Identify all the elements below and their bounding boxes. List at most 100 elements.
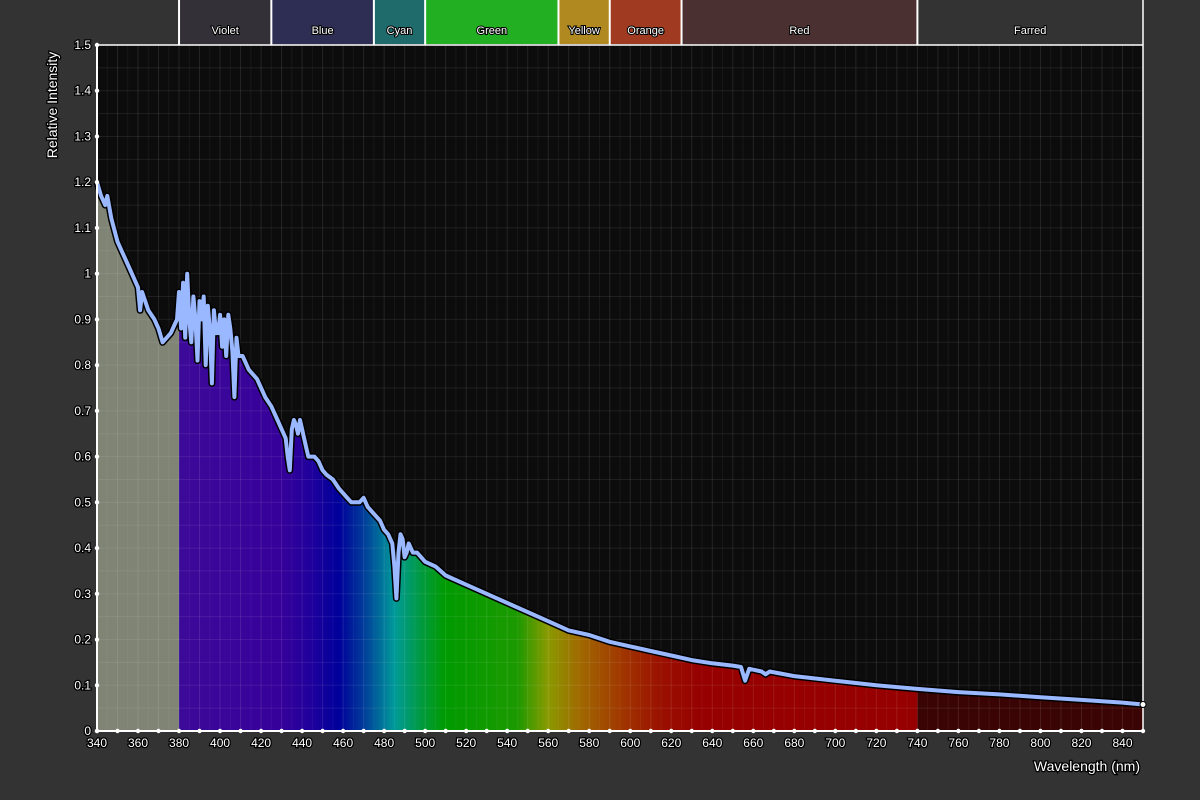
x-tick-label: 840 [1112, 736, 1132, 750]
x-tick-mark [648, 728, 653, 734]
y-tick-label: 0.7 [74, 404, 91, 418]
y-tick-label: 0.5 [74, 495, 91, 509]
x-tick-label: 700 [825, 736, 845, 750]
y-tick-label: 0.2 [74, 633, 91, 647]
band-label: Cyan [387, 25, 413, 37]
band-farred [917, 0, 1143, 44]
y-ticks: 0 0.1 0.2 0.3 0.4 0.5 0.6 0.7 0.8 0.9 1 1.1 1.2 1.3 1.… [73, 37, 100, 739]
y-tick-label: 1.3 [74, 129, 91, 143]
y-tick-mark [94, 545, 100, 551]
x-tick-mark [915, 728, 920, 734]
x-tick-mark [853, 728, 859, 734]
x-tick-mark [238, 728, 243, 734]
x-tick-mark [1058, 728, 1064, 734]
x-tick-mark [710, 728, 715, 734]
x-tick-mark [1038, 728, 1043, 734]
y-tick-mark [94, 271, 100, 276]
x-tick-mark [935, 728, 941, 734]
x-tick-mark [894, 728, 900, 734]
x-tick-mark [976, 728, 982, 734]
spectrum-chart: Violet Blue Cyan Green Yellow Orange Red Farred… [43, 0, 1147, 775]
x-tick-mark [115, 728, 120, 734]
x-tick-label: 460 [333, 736, 353, 750]
x-tick-mark [504, 728, 510, 734]
x-tick-mark [443, 728, 448, 734]
y-tick-mark [94, 591, 100, 596]
x-tick-mark [997, 728, 1002, 734]
y-tick-mark [94, 408, 100, 414]
band-label: Blue [312, 25, 334, 37]
band-label: Red [789, 25, 809, 37]
x-tick-mark [381, 728, 387, 734]
y-tick-mark [94, 454, 100, 459]
x-tick-mark [135, 728, 141, 734]
x-axis-title: Wavelength (nm) [1034, 758, 1140, 774]
x-tick-mark [792, 728, 797, 734]
x-tick-label: 720 [866, 736, 886, 750]
x-tick-mark [361, 728, 366, 734]
x-tick-label: 820 [1071, 736, 1091, 750]
x-tick-label: 660 [743, 736, 763, 750]
x-tick-label: 480 [374, 736, 394, 750]
y-tick-label: 0.6 [74, 450, 91, 464]
x-tick-mark [279, 728, 284, 734]
band-label: Orange [627, 25, 664, 37]
x-tick-mark [340, 728, 346, 734]
y-axis-title: Relative Intensity [44, 52, 60, 159]
x-tick-mark [525, 728, 530, 734]
band-violet [179, 0, 272, 44]
x-tick-mark [607, 728, 612, 734]
x-tick-label: 620 [661, 736, 681, 750]
x-tick-mark [176, 728, 182, 734]
band-cyan [373, 0, 426, 44]
band-red [681, 0, 918, 44]
y-tick-mark [94, 500, 100, 505]
x-tick-mark [484, 728, 489, 734]
x-tick-label: 380 [169, 736, 189, 750]
x-tick-label: 640 [702, 736, 722, 750]
x-tick-mark [730, 728, 736, 734]
y-tick-label: 0.3 [74, 587, 91, 601]
x-tick-mark [1079, 728, 1084, 734]
x-tick-label: 760 [948, 736, 968, 750]
x-tick-mark [1017, 728, 1023, 734]
x-tick-mark [669, 728, 674, 734]
band-blue [271, 0, 374, 44]
y-tick-label: 1.2 [74, 175, 91, 189]
x-tick-mark [812, 728, 818, 734]
x-tick-label: 400 [210, 736, 230, 750]
x-tick-mark [546, 728, 551, 734]
y-tick-label: 0.1 [74, 678, 91, 692]
x-tick-mark [689, 728, 694, 734]
x-tick-label: 680 [784, 736, 804, 750]
y-tick-mark [94, 728, 100, 734]
x-tick-mark [956, 728, 961, 734]
y-tick-mark [94, 225, 100, 231]
series-end-point [1139, 700, 1147, 708]
y-tick-mark [94, 134, 100, 139]
y-tick-mark [94, 683, 100, 688]
x-tick-mark [422, 728, 428, 734]
color-bands: Violet Blue Cyan Green Yellow Orange Red Farred [178, 0, 1143, 45]
y-tick-label: 0 [84, 724, 91, 738]
x-tick-mark [1099, 728, 1105, 734]
y-tick-mark [94, 317, 100, 322]
x-tick-label: 600 [620, 736, 640, 750]
x-tick-label: 740 [907, 736, 927, 750]
y-tick-mark [94, 180, 100, 185]
x-tick-mark [320, 728, 325, 734]
y-tick-mark [94, 362, 100, 368]
y-tick-label: 1.4 [74, 84, 91, 98]
y-tick-label: 0.8 [74, 358, 91, 372]
x-tick-mark [402, 728, 407, 734]
x-tick-mark [874, 728, 879, 734]
y-tick-label: 0.4 [74, 541, 91, 555]
x-tick-mark [833, 728, 838, 734]
x-tick-label: 580 [579, 736, 599, 750]
y-tick-mark [94, 42, 100, 48]
band-label: Farred [1014, 25, 1046, 37]
band-label: Green [477, 25, 508, 37]
x-tick-mark [299, 728, 305, 734]
y-tick-mark [94, 88, 100, 93]
x-tick-label: 800 [1030, 736, 1050, 750]
